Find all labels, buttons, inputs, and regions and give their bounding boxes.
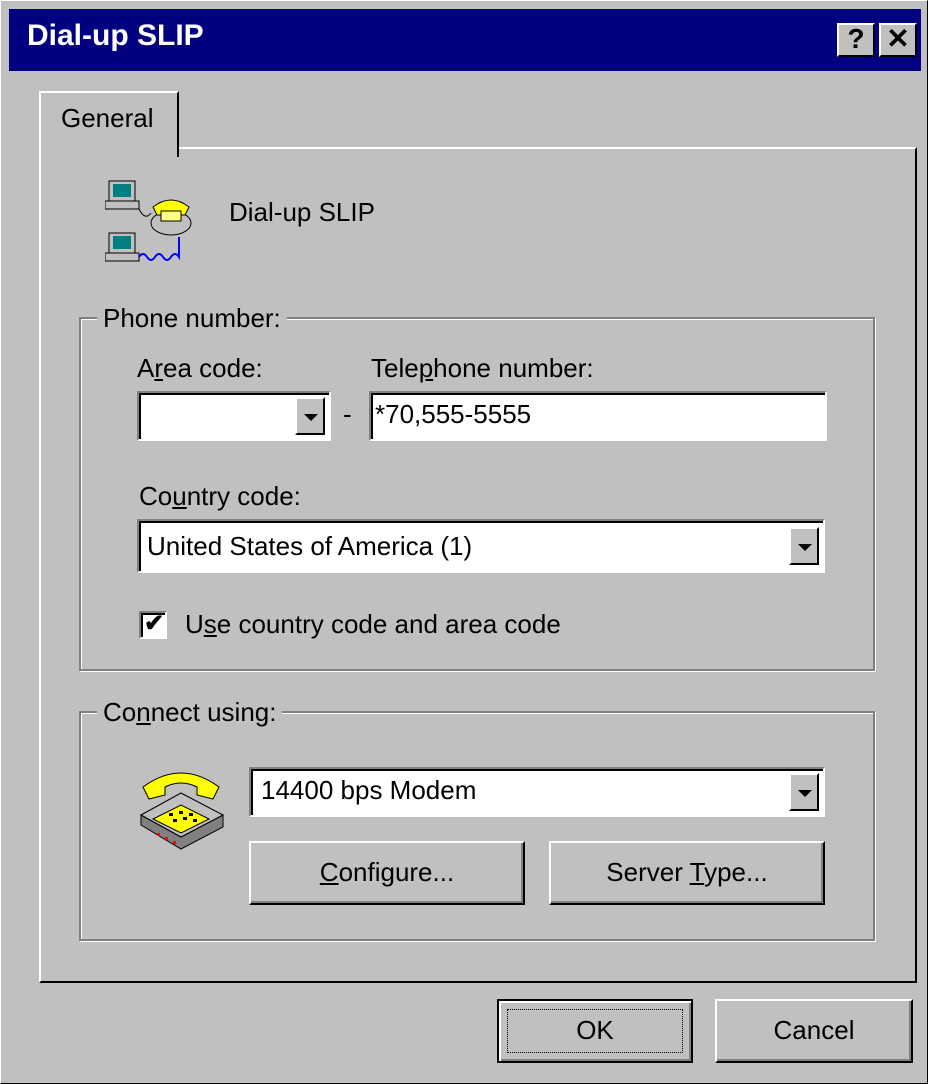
configure-button[interactable]: Configure... bbox=[249, 841, 525, 905]
tab-general[interactable]: General bbox=[39, 91, 179, 157]
dialup-connection-icon bbox=[105, 180, 192, 262]
use-country-code-checkbox[interactable] bbox=[139, 609, 167, 639]
area-code-combo[interactable] bbox=[137, 391, 331, 441]
cancel-button[interactable]: Cancel bbox=[715, 999, 913, 1063]
area-code-label: Area code: bbox=[137, 353, 263, 383]
help-button[interactable]: ? bbox=[837, 23, 875, 57]
country-code-dropdown-button[interactable] bbox=[789, 527, 819, 565]
connect-using-legend: Connect using: bbox=[97, 697, 283, 728]
telephone-icon bbox=[139, 772, 225, 850]
focus-rect bbox=[507, 1009, 683, 1053]
area-code-separator: - bbox=[343, 399, 352, 429]
close-icon: ✕ bbox=[886, 23, 910, 54]
telephone-number-input[interactable]: *70,555-5555 bbox=[369, 391, 827, 441]
phone-number-legend: Phone number: bbox=[97, 303, 287, 334]
cancel-button-label: Cancel bbox=[773, 1015, 855, 1045]
telephone-number-label: Telephone number: bbox=[371, 353, 594, 383]
modem-dropdown-button[interactable] bbox=[789, 773, 819, 811]
title-bar[interactable]: Dial-up SLIP ? ✕ bbox=[9, 9, 921, 71]
country-code-value: United States of America (1) bbox=[147, 531, 473, 561]
use-country-code-label: Use country code and area code bbox=[185, 609, 561, 639]
modem-select[interactable]: 14400 bps Modem bbox=[249, 767, 825, 817]
server-type-button[interactable]: Server Type... bbox=[549, 841, 825, 905]
modem-value: 14400 bps Modem bbox=[261, 775, 477, 805]
dialog-window: Dial-up SLIP ? ✕ General Dial-up SLIP Ph… bbox=[0, 0, 928, 1084]
close-button[interactable]: ✕ bbox=[879, 23, 917, 57]
ok-button[interactable]: OK bbox=[497, 999, 693, 1063]
configure-button-label: Configure... bbox=[319, 857, 455, 887]
server-type-button-label: Server Type... bbox=[606, 857, 768, 887]
connection-name: Dial-up SLIP bbox=[229, 197, 375, 227]
window-title: Dial-up SLIP bbox=[27, 19, 204, 52]
area-code-dropdown-button[interactable] bbox=[295, 397, 325, 435]
tab-general-label: General bbox=[61, 103, 154, 133]
country-code-label: Country code: bbox=[139, 481, 301, 511]
country-code-select[interactable]: United States of America (1) bbox=[137, 519, 825, 573]
telephone-number-value: *70,555-5555 bbox=[375, 399, 532, 429]
help-icon: ? bbox=[847, 23, 865, 54]
